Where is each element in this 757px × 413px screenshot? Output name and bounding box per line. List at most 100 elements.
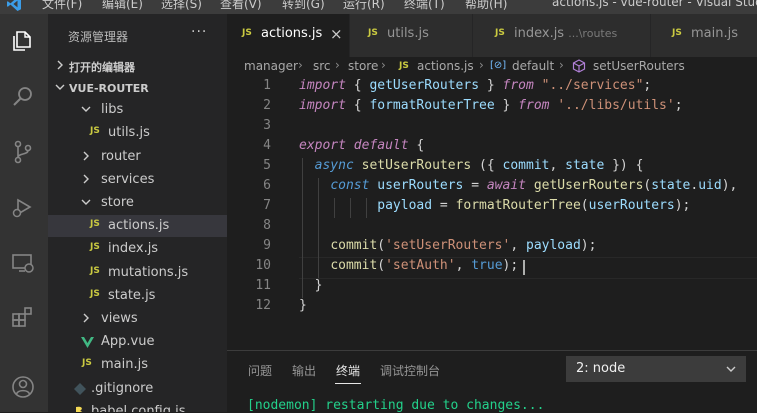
tab-label: utils.js xyxy=(387,26,429,41)
run-debug-icon[interactable] xyxy=(10,194,36,220)
tab-label: actions.js xyxy=(261,26,323,41)
breadcrumb-item[interactable]: src xyxy=(313,59,331,73)
activity-bar xyxy=(0,14,48,412)
tree-label: utils.js xyxy=(108,125,150,140)
tree-folder-services[interactable]: services xyxy=(48,169,227,191)
terminal-select-value: 2: node xyxy=(576,361,626,376)
panel-tab-output[interactable]: 输出 xyxy=(292,362,316,379)
breadcrumb-separator: › xyxy=(335,58,340,72)
breadcrumb-separator: › xyxy=(479,58,484,72)
tree-file-actions[interactable]: JS actions.js xyxy=(48,215,227,237)
vue-file-icon xyxy=(81,337,94,348)
menu-file[interactable]: 文件(F) xyxy=(42,0,82,12)
breadcrumb-item[interactable]: default xyxy=(512,59,554,73)
more-actions-icon[interactable]: ··· xyxy=(191,24,207,40)
breadcrumb: manager › src › store › JS actions.js › … xyxy=(227,57,757,75)
bottom-panel: 问题 输出 终端 调试控制台 2: node [nodemon] restart… xyxy=(227,350,757,413)
panel-tab-problems[interactable]: 问题 xyxy=(248,362,272,379)
open-editors-section[interactable]: 打开的编辑器 xyxy=(48,55,227,77)
tab-label: index.js ...\routes xyxy=(514,26,618,41)
line-number: 4 xyxy=(263,138,271,153)
js-file-icon: JS xyxy=(82,358,92,368)
git-file-icon xyxy=(74,383,86,395)
breadcrumb-item[interactable]: actions.js xyxy=(417,59,474,73)
menu-edit[interactable]: 编辑(E) xyxy=(102,0,143,12)
tree-file-index[interactable]: JS index.js xyxy=(48,238,227,260)
code-line-6: const userRouters = await getUserRouters… xyxy=(330,178,738,193)
tree-label: views xyxy=(101,311,138,326)
terminal-select[interactable]: 2: node xyxy=(566,356,746,382)
tab-main-js[interactable]: JS main.js xyxy=(651,14,757,57)
breadcrumb-item[interactable]: manager xyxy=(244,59,298,73)
line-number: 2 xyxy=(263,98,271,113)
chevron-down-icon xyxy=(81,106,91,112)
panel-tab-terminal[interactable]: 终端 xyxy=(336,362,360,379)
chevron-right-icon xyxy=(83,151,89,161)
menu-go[interactable]: 转到(G) xyxy=(282,0,325,12)
tree-folder-views[interactable]: views xyxy=(48,308,227,330)
tree-folder-router[interactable]: router xyxy=(48,146,227,168)
close-tab-icon[interactable]: × xyxy=(330,25,343,43)
extensions-icon[interactable] xyxy=(10,304,36,330)
menu-selection[interactable]: 选择(S) xyxy=(161,0,202,12)
js-file-icon: JS xyxy=(90,242,100,252)
js-file-icon: JS xyxy=(399,61,409,71)
code-line-12: } xyxy=(299,298,307,313)
chevron-right-icon xyxy=(83,174,89,184)
title-bar: 文件(F) 编辑(E) 选择(S) 查看(V) 转到(G) 运行(R) 终端(T… xyxy=(0,0,757,14)
code-line-10: commit('setAuth', true); xyxy=(330,258,519,273)
tree-file-utils[interactable]: JS utils.js xyxy=(48,122,227,144)
breadcrumb-item[interactable]: store xyxy=(348,59,378,73)
tree-file-gitignore[interactable]: .gitignore xyxy=(48,378,227,400)
code-line-2: import { formatRouterTree } from '../lib… xyxy=(299,98,683,113)
tree-label: main.js xyxy=(101,357,148,372)
explorer-sidebar: 资源管理器 ··· 打开的编辑器 VUE-ROUTER libs JS util… xyxy=(48,14,227,412)
tree-file-babel-config[interactable]: babel.config.js xyxy=(48,401,227,412)
tab-actions-js[interactable]: JS actions.js × xyxy=(227,14,350,57)
window-title: actions.js - vue-router - Visual Studio xyxy=(552,0,757,9)
tree-label: store xyxy=(101,195,134,210)
tree-label: state.js xyxy=(108,288,156,303)
chevron-down-icon xyxy=(726,366,736,372)
tab-utils-js[interactable]: JS utils.js xyxy=(350,14,473,57)
chevron-right-icon xyxy=(83,313,89,323)
menu-view[interactable]: 查看(V) xyxy=(220,0,262,12)
tree-file-main[interactable]: JS main.js xyxy=(48,354,227,376)
module-symbol-icon: [⊘] xyxy=(490,60,507,71)
tree-file-mutations[interactable]: JS mutations.js xyxy=(48,262,227,284)
explorer-icon[interactable] xyxy=(10,28,36,54)
code-line-7: payload = formatRouterTree(userRouters); xyxy=(377,198,691,213)
breadcrumb-separator: › xyxy=(559,58,564,72)
tab-index-js[interactable]: JS index.js ...\routes xyxy=(473,14,651,57)
tree-folder-libs[interactable]: libs xyxy=(48,99,227,121)
tree-folder-store[interactable]: store xyxy=(48,192,227,214)
search-icon[interactable] xyxy=(10,84,36,110)
menu-run[interactable]: 运行(R) xyxy=(343,0,385,12)
line-number: 10 xyxy=(255,258,271,273)
source-control-icon[interactable] xyxy=(10,139,36,165)
workspace-section[interactable]: VUE-ROUTER xyxy=(48,77,227,99)
tree-label: actions.js xyxy=(108,218,170,233)
code-line-1: import { getUserRouters } from "../servi… xyxy=(299,78,652,93)
menu-terminal[interactable]: 终端(T) xyxy=(404,0,445,12)
line-number: 3 xyxy=(263,118,271,133)
js-file-icon: JS xyxy=(495,28,505,38)
remote-explorer-icon[interactable] xyxy=(10,250,36,276)
code-editor[interactable]: 1 2 3 4 5 6 7 8 9 10 11 12 import { getU… xyxy=(227,75,757,350)
menu-help[interactable]: 帮助(H) xyxy=(465,0,507,12)
js-file-icon: JS xyxy=(90,289,100,299)
js-file-icon: JS xyxy=(368,28,378,38)
tree-label: App.vue xyxy=(101,334,155,349)
panel-tab-debug-console[interactable]: 调试控制台 xyxy=(380,362,440,379)
tab-label: main.js xyxy=(691,26,738,41)
js-file-icon: JS xyxy=(90,219,100,229)
breadcrumb-item[interactable]: setUserRouters xyxy=(593,59,685,73)
line-number: 7 xyxy=(263,198,271,213)
line-number: 11 xyxy=(255,278,271,293)
terminal-output: [nodemon] restarting due to changes... xyxy=(247,398,545,413)
tree-label: babel.config.js xyxy=(91,404,186,412)
tree-file-state[interactable]: JS state.js xyxy=(48,285,227,307)
tree-file-app-vue[interactable]: App.vue xyxy=(48,331,227,353)
account-icon[interactable] xyxy=(10,374,36,400)
open-editors-label: 打开的编辑器 xyxy=(69,61,135,74)
